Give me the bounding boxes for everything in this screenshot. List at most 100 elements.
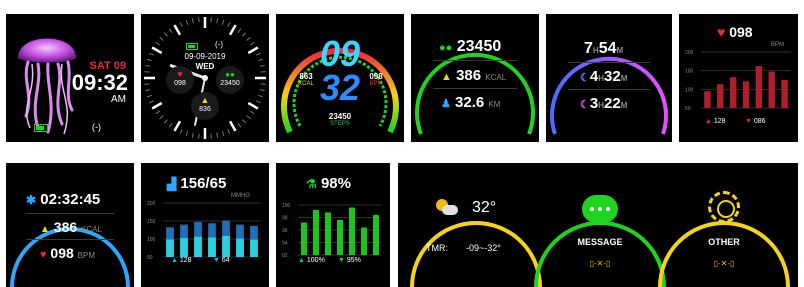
divider <box>433 60 517 61</box>
dial-tick <box>237 123 242 128</box>
face-blood-oxygen[interactable]: ⚗ 98% 100 98 96 94 92 ▲ 100% ▼ 95% <box>276 163 390 287</box>
bp-value: 156/65 <box>180 175 227 192</box>
heart-rate-chart: 200 150 100 50 <box>685 50 791 112</box>
footsteps-icon: ●● <box>439 42 453 54</box>
blood-pressure-chart: 200 150 100 50 <box>147 201 261 261</box>
face-jellyfish[interactable]: SAT 09 09:32 AM (-) <box>6 14 134 142</box>
bar <box>180 238 188 257</box>
dial-tick <box>155 110 160 115</box>
dial-tick <box>246 36 251 41</box>
bar <box>729 77 737 108</box>
dial-tick <box>247 101 259 110</box>
steps-subdial: ●● 23450 <box>216 66 244 94</box>
min-label: 64 <box>221 257 230 264</box>
dial-tick <box>159 36 164 41</box>
y-tick-label: 96 <box>282 228 288 234</box>
heart-value: 098 <box>174 80 186 87</box>
dial-tick <box>198 133 200 139</box>
dial-tick <box>144 71 150 73</box>
message-icon[interactable] <box>582 195 618 223</box>
bar <box>704 91 711 108</box>
dial-tick <box>210 17 212 23</box>
dial-tick <box>159 115 164 120</box>
duration-time: 02:32:45 <box>40 191 101 208</box>
weekday-label: WED <box>195 62 215 71</box>
dial-tick <box>179 22 183 28</box>
kcal-unit: KCAL <box>81 225 102 234</box>
bar <box>313 210 319 255</box>
y-tick-label: 50 <box>685 106 691 112</box>
dial-tick <box>179 128 183 134</box>
y-tick-label: 100 <box>282 203 291 209</box>
max-label: 100% <box>306 257 325 264</box>
y-tick-label: 100 <box>147 237 156 243</box>
bluetooth-status: (-) <box>215 40 223 49</box>
face-activity[interactable]: ●● 23450 ▲ 386 KCAL ♟ 32.6 KM <box>411 14 539 142</box>
settings-gear-icon[interactable] <box>708 191 740 223</box>
deep-hours: 4 <box>589 68 599 85</box>
face-blood-pressure[interactable]: ▟ 156/65 MMHG 200 150 100 50 ▲ 128 ▼ 64 <box>141 163 269 287</box>
bar <box>222 235 230 257</box>
dial-tick <box>163 119 168 124</box>
connection-status-icon: ▯-✕-▯ <box>589 259 611 268</box>
divider <box>26 239 114 240</box>
dial-tick <box>258 94 264 98</box>
dial-tick <box>260 83 266 85</box>
divider <box>433 88 517 89</box>
bar <box>373 215 379 255</box>
dial-tick <box>173 120 182 132</box>
dial-tick <box>146 94 152 98</box>
bar <box>166 239 174 257</box>
bar <box>337 220 343 255</box>
light-sleep-moon-icon: ☾ <box>580 99 590 111</box>
y-tick-label: 200 <box>685 50 694 56</box>
steps-value: 23450 <box>328 112 352 121</box>
divider <box>26 213 114 214</box>
date-label: 09-09-2019 <box>184 52 226 61</box>
bluetooth-status: (-) <box>92 122 101 132</box>
arrow-up-icon: ▲ <box>171 257 178 264</box>
y-tick-label: 98 <box>282 216 288 222</box>
tomorrow-label: TMR: <box>426 243 448 253</box>
bar <box>349 207 355 255</box>
arrow-down-icon: ▼ <box>745 118 752 125</box>
minutes-unit: M <box>620 74 628 83</box>
dial-tick <box>198 17 200 23</box>
dial-tick <box>210 133 212 139</box>
face-sleep[interactable]: 7H54M ☾4H32M ☾3H22M <box>546 14 672 142</box>
face-duration[interactable]: ✱ 02:32:45 ▲ 386 KCAL ♥ 098 BPM <box>6 163 134 287</box>
km-value: 32.6 <box>455 94 485 111</box>
face-analog[interactable]: (-) 09-09-2019 WED ♥ 098 ●● 23450 ▲ 836 <box>141 14 269 142</box>
steps-value: 23450 <box>456 38 502 55</box>
minutes-unit: M <box>620 101 628 110</box>
other-label: OTHER <box>708 237 740 247</box>
y-tick-label: 200 <box>147 201 156 207</box>
dial-tick <box>255 100 261 104</box>
triple-arcs <box>410 221 790 287</box>
bar <box>250 239 258 257</box>
dial-tick <box>149 100 155 104</box>
deep-minutes: 32 <box>604 68 621 85</box>
kcal-value: 863 <box>299 72 313 81</box>
dial-tick <box>185 131 189 137</box>
bar <box>301 222 307 255</box>
dial-tick <box>145 89 151 92</box>
connection-status-icon: ▯-✕-▯ <box>713 259 735 268</box>
total-minutes: 54 <box>598 40 617 57</box>
dial-tick <box>242 32 247 37</box>
kcal-value: 386 <box>456 67 482 84</box>
minutes-unit: M <box>616 46 624 55</box>
face-heart-chart[interactable]: ♥ 098 BPM 200 150 100 50 ▲ 128 ▼ 086 <box>679 14 798 142</box>
bar <box>717 84 724 108</box>
bar <box>208 237 216 257</box>
heart-subdial: ♥ 098 <box>166 66 194 94</box>
flame-icon: ▲ <box>441 71 452 83</box>
chart-icon: ▟ <box>167 177 177 191</box>
min-label: 086 <box>753 118 766 125</box>
face-gauge[interactable]: 09 32 863 KCAL 098 BPM 23450 STEPS <box>276 14 404 142</box>
flame-icon: ▲ <box>40 224 50 235</box>
bpm-value: 098 <box>369 72 383 81</box>
face-weather-message-other[interactable]: 32° TMR: -09~-32° MESSAGE ▯-✕-▯ OTHER ▯-… <box>398 163 798 287</box>
bar <box>781 80 788 108</box>
kcal-label: KCAL <box>298 81 314 87</box>
